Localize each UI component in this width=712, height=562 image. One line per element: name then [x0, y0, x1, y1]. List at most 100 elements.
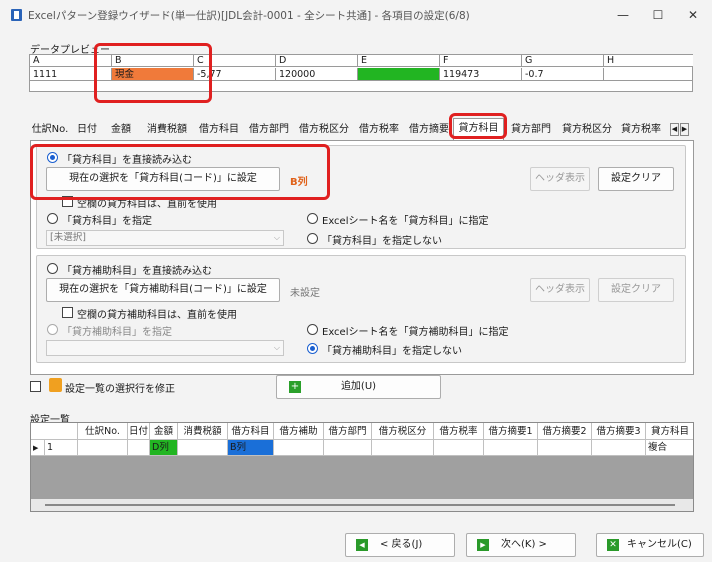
grid-col-header[interactable]: 借方税率: [434, 423, 484, 440]
tab-debit-tax-category[interactable]: 借方税区分: [296, 120, 352, 140]
preview-cell[interactable]: -5,77: [194, 68, 276, 81]
tab-date[interactable]: 日付: [72, 120, 102, 140]
credit-sub-select[interactable]: ⌵: [46, 340, 284, 356]
arrow-left-icon: ◀: [356, 539, 368, 551]
table-cell-amount[interactable]: D列: [150, 440, 178, 456]
tab-debit-memo[interactable]: 借方摘要: [406, 120, 452, 140]
preview-col-header[interactable]: H: [604, 55, 693, 67]
tab-debit-department[interactable]: 借方部門: [246, 120, 292, 140]
table-cell[interactable]: [372, 440, 434, 456]
table-cell[interactable]: [484, 440, 538, 456]
settings-list-grid[interactable]: 仕訳No. 日付 金額 消費税額 借方科目 借方補助 借方部門 借方税区分 借方…: [30, 422, 694, 512]
tab-scroll-left-icon[interactable]: ◀: [670, 123, 679, 136]
title-bar: Excelパターン登録ウイザード(単一仕訳)[JDL会計-0001 - 全シート…: [0, 0, 712, 30]
table-cell[interactable]: [274, 440, 324, 456]
blank-previous-label: 空欄の貸方科目は、直前を使用: [77, 199, 217, 210]
grid-col-header[interactable]: 消費税額: [178, 423, 228, 440]
radio-not-specify[interactable]: [307, 233, 318, 244]
preview-col-header[interactable]: C: [194, 55, 276, 67]
radio-specify-credit-sub[interactable]: [47, 324, 58, 335]
table-cell[interactable]: [78, 440, 128, 456]
grid-col-header[interactable]: 金額: [150, 423, 178, 440]
radio-sheet-name[interactable]: [307, 213, 318, 224]
preview-cell[interactable]: -0.7: [522, 68, 604, 81]
clear-setting-button[interactable]: 設定クリア: [598, 167, 674, 191]
add-button[interactable]: + 追加(U): [276, 375, 441, 399]
tab-journal-no[interactable]: 仕訳No.: [30, 120, 70, 140]
tab-amount[interactable]: 金額: [106, 120, 136, 140]
close-button[interactable]: ✕: [678, 5, 708, 25]
grid-col-header[interactable]: 借方摘要3: [592, 423, 646, 440]
horizontal-scrollbar[interactable]: [31, 499, 693, 511]
data-preview-grid[interactable]: A B C D E F G H 1111 現金 -5,77 120000 119…: [29, 54, 693, 92]
status-unset: 未設定: [290, 288, 320, 299]
radio-specify-credit-account[interactable]: [47, 213, 58, 224]
tab-credit-tax-category[interactable]: 貸方税区分: [558, 120, 616, 140]
radio-direct-credit-account[interactable]: [47, 152, 58, 163]
preview-col-header[interactable]: G: [522, 55, 604, 67]
set-credit-account-button[interactable]: 現在の選択を「貸方科目(コード)」に設定: [46, 167, 280, 191]
radio-not-specify-sub-label: 「貸方補助科目」を指定しない: [322, 346, 462, 357]
select-value: [未選択]: [50, 232, 86, 243]
table-cell[interactable]: [128, 440, 150, 456]
preview-col-header[interactable]: E: [358, 55, 440, 67]
cancel-button[interactable]: ✕ キャンセル(C): [596, 533, 704, 557]
preview-cell[interactable]: [604, 68, 693, 81]
tab-credit-account[interactable]: 貸方科目: [453, 118, 504, 140]
table-cell[interactable]: [324, 440, 372, 456]
tab-debit-tax-rate[interactable]: 借方税率: [356, 120, 402, 140]
radio-not-specify-sub[interactable]: [307, 343, 318, 354]
tab-debit-account[interactable]: 借方科目: [196, 120, 242, 140]
credit-account-select[interactable]: [未選択] ⌵: [46, 230, 284, 246]
grid-col-header[interactable]: 借方部門: [324, 423, 372, 440]
table-cell-credit-account[interactable]: 複合: [646, 440, 693, 456]
clear-setting-button[interactable]: 設定クリア: [598, 278, 674, 302]
row-indicator-icon[interactable]: ▶: [31, 440, 45, 456]
preview-cell-selected-e[interactable]: [358, 68, 440, 81]
preview-cell[interactable]: 119473: [440, 68, 522, 81]
blank-previous-sub-label: 空欄の貸方補助科目は、直前を使用: [77, 310, 237, 321]
grid-col-header[interactable]: 仕訳No.: [78, 423, 128, 440]
blank-previous-sub-checkbox[interactable]: [62, 307, 73, 318]
preview-cell-selected-b[interactable]: 現金: [112, 68, 194, 81]
grid-col-header[interactable]: 借方摘要1: [484, 423, 538, 440]
grid-col-header[interactable]: 借方税区分: [372, 423, 434, 440]
status-column: B列: [290, 177, 308, 188]
radio-direct-credit-sub[interactable]: [47, 263, 58, 274]
radio-not-specify-label: 「貸方科目」を指定しない: [322, 236, 442, 247]
preview-col-header[interactable]: B: [112, 55, 194, 67]
next-button[interactable]: ▶ 次へ(K) >: [466, 533, 576, 557]
preview-col-header[interactable]: D: [276, 55, 358, 67]
modify-selected-row-checkbox[interactable]: [30, 381, 41, 392]
window-title: Excelパターン登録ウイザード(単一仕訳)[JDL会計-0001 - 全シート…: [28, 10, 470, 22]
table-cell[interactable]: [538, 440, 592, 456]
blank-previous-checkbox[interactable]: [62, 196, 73, 207]
tab-credit-tax-rate[interactable]: 貸方税率: [618, 120, 664, 140]
table-row-number[interactable]: 1: [45, 440, 78, 456]
set-credit-sub-button[interactable]: 現在の選択を「貸方補助科目(コード)」に設定: [46, 278, 280, 302]
tab-credit-department[interactable]: 貸方部門: [506, 120, 556, 140]
table-cell[interactable]: [434, 440, 484, 456]
radio-direct-sub-label: 「貸方補助科目」を直接読み込む: [62, 266, 212, 277]
grid-col-header[interactable]: 借方科目: [228, 423, 274, 440]
preview-col-header[interactable]: A: [30, 55, 112, 67]
table-cell[interactable]: [178, 440, 228, 456]
preview-col-header[interactable]: F: [440, 55, 522, 67]
preview-cell[interactable]: 120000: [276, 68, 358, 81]
header-display-button[interactable]: ヘッダ表示: [530, 167, 590, 191]
maximize-button[interactable]: ☐: [643, 5, 673, 25]
preview-cell[interactable]: 1111: [30, 68, 112, 81]
grid-col-header[interactable]: 日付: [128, 423, 150, 440]
table-cell[interactable]: [592, 440, 646, 456]
tab-scroll-right-icon[interactable]: ▶: [680, 123, 689, 136]
grid-col-header[interactable]: 貸方科目: [646, 423, 693, 440]
back-button[interactable]: ◀ < 戻る(J): [345, 533, 455, 557]
minimize-button[interactable]: —: [608, 5, 638, 25]
grid-col-header[interactable]: 借方補助: [274, 423, 324, 440]
radio-sheet-name-sub[interactable]: [307, 324, 318, 335]
table-cell-debit-account[interactable]: B列: [228, 440, 274, 456]
header-display-button[interactable]: ヘッダ表示: [530, 278, 590, 302]
grid-corner: [31, 423, 78, 440]
tab-tax-amount[interactable]: 消費税額: [142, 120, 192, 140]
grid-col-header[interactable]: 借方摘要2: [538, 423, 592, 440]
